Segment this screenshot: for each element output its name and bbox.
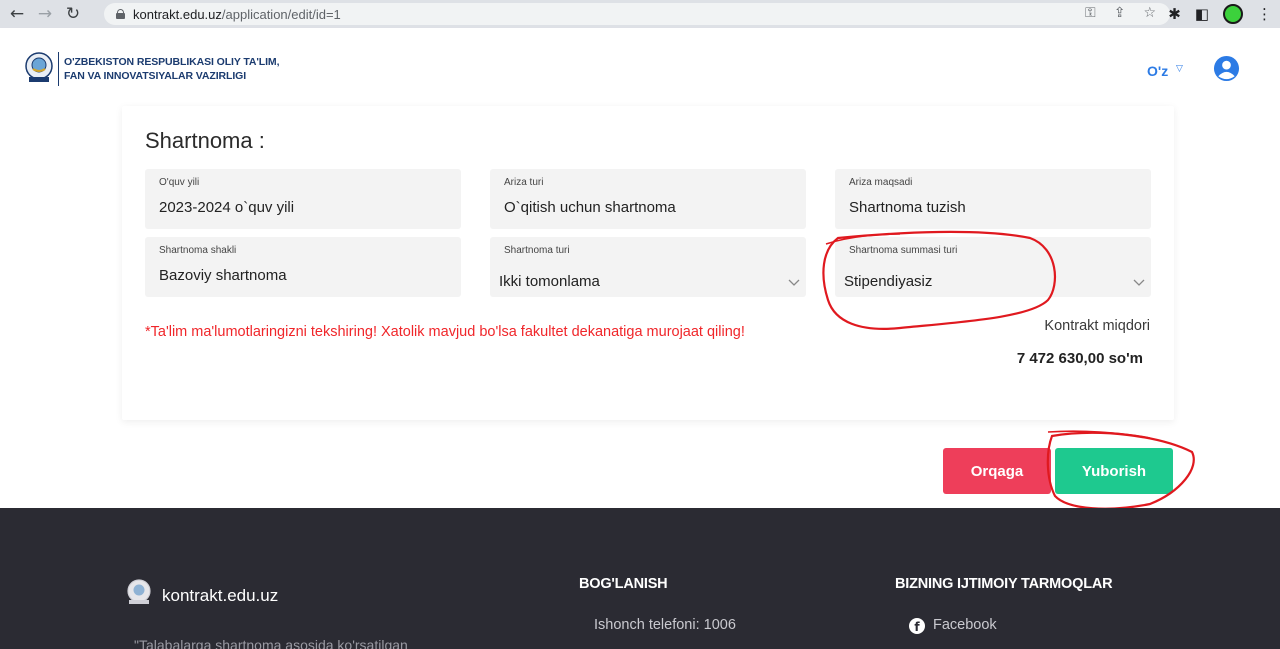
star-icon[interactable]: ☆ (1143, 5, 1156, 21)
url-host: kontrakt.edu.uz (133, 6, 222, 22)
contract-amount-label: Kontrakt miqdori (1044, 318, 1150, 334)
select-value[interactable]: Ikki tomonlama (499, 273, 600, 290)
application-type-field: Ariza turi O`qitish uchun shartnoma (490, 169, 806, 229)
forward-arrow-icon[interactable]: → (34, 3, 56, 25)
contract-form-field: Shartnoma shakli Bazoviy shartnoma (145, 237, 461, 297)
field-label: Ariza maqsadi (849, 177, 913, 188)
emblem-icon (25, 52, 53, 82)
contract-amount-type-select[interactable]: Shartnoma summasi turi Stipendiyasiz (835, 237, 1151, 297)
site-header: O'ZBEKISTON RESPUBLIKASI OLIY TA'LIM, FA… (0, 28, 1280, 106)
ministry-line-2: FAN VA INNOVATSIYALAR VAZIRLIGI (64, 70, 247, 82)
caret-down-icon[interactable]: ▽ (1176, 64, 1183, 74)
back-arrow-icon[interactable]: ← (6, 3, 28, 25)
chevron-down-icon[interactable] (1133, 277, 1145, 287)
contract-amount-value: 7 472 630,00 so'm (1016, 350, 1143, 367)
footer-emblem-icon (127, 579, 151, 604)
submit-button[interactable]: Yuborish (1055, 448, 1173, 494)
footer-site-name: kontrakt.edu.uz (162, 586, 279, 605)
select-value[interactable]: Stipendiyasiz (844, 273, 932, 290)
address-bar[interactable]: kontrakt.edu.uz/application/edit/id=1 ⚿ … (104, 3, 1170, 25)
contract-type-select[interactable]: Shartnoma turi Ikki tomonlama (490, 237, 806, 297)
ministry-line-1: O'ZBEKISTON RESPUBLIKASI OLIY TA'LIM, (64, 56, 280, 68)
application-purpose-field: Ariza maqsadi Shartnoma tuzish (835, 169, 1151, 229)
back-button[interactable]: Orqaga (943, 448, 1051, 494)
menu-dots-icon[interactable]: ⋮ (1257, 5, 1272, 23)
contact-heading: BOG'LANISH (579, 576, 668, 592)
hotline-link[interactable]: Ishonch telefoni: 1006 (594, 617, 736, 633)
field-value: Shartnoma tuzish (849, 199, 966, 216)
chevron-down-icon[interactable] (788, 277, 800, 287)
social-heading: BIZNING IJTIMOIY TARMOQLAR (895, 576, 1113, 592)
field-value: O`qitish uchun shartnoma (504, 199, 676, 216)
page-title: Shartnoma : (145, 128, 265, 153)
side-panel-icon[interactable]: ◧ (1195, 5, 1209, 23)
browser-toolbar: ← → ↻ kontrakt.edu.uz/application/edit/i… (0, 0, 1280, 28)
reload-icon[interactable]: ↻ (62, 3, 84, 25)
field-label: Shartnoma summasi turi (849, 245, 958, 256)
footer-quote: "Talabalarga shartnoma asosida ko'rsatil… (134, 637, 408, 649)
facebook-link[interactable]: Facebook (933, 617, 997, 633)
field-label: Shartnoma shakli (159, 245, 237, 256)
extensions-icon[interactable]: ✱ (1168, 5, 1181, 23)
field-value: Bazoviy shartnoma (159, 267, 287, 284)
key-icon[interactable]: ⚿ (1085, 5, 1096, 21)
warning-message: *Ta'lim ma'lumotlaringizni tekshiring! X… (145, 324, 745, 340)
profile-avatar[interactable] (1223, 4, 1243, 24)
url-path: /application/edit/id=1 (221, 6, 341, 22)
language-selector[interactable]: O'z (1147, 63, 1168, 79)
field-label: Ariza turi (504, 177, 544, 188)
study-year-field: O'quv yili 2023-2024 o`quv yili (145, 169, 461, 229)
facebook-icon[interactable]: f (909, 618, 925, 634)
user-account-icon[interactable] (1213, 55, 1240, 82)
share-icon[interactable]: ⇪ (1114, 5, 1126, 21)
header-divider (58, 52, 59, 86)
lock-icon (116, 9, 125, 19)
field-value: 2023-2024 o`quv yili (159, 199, 295, 216)
ministry-name: O'ZBEKISTON RESPUBLIKASI OLIY TA'LIM, FA… (64, 55, 279, 83)
field-label: Shartnoma turi (504, 245, 570, 256)
field-label: O'quv yili (159, 177, 200, 188)
